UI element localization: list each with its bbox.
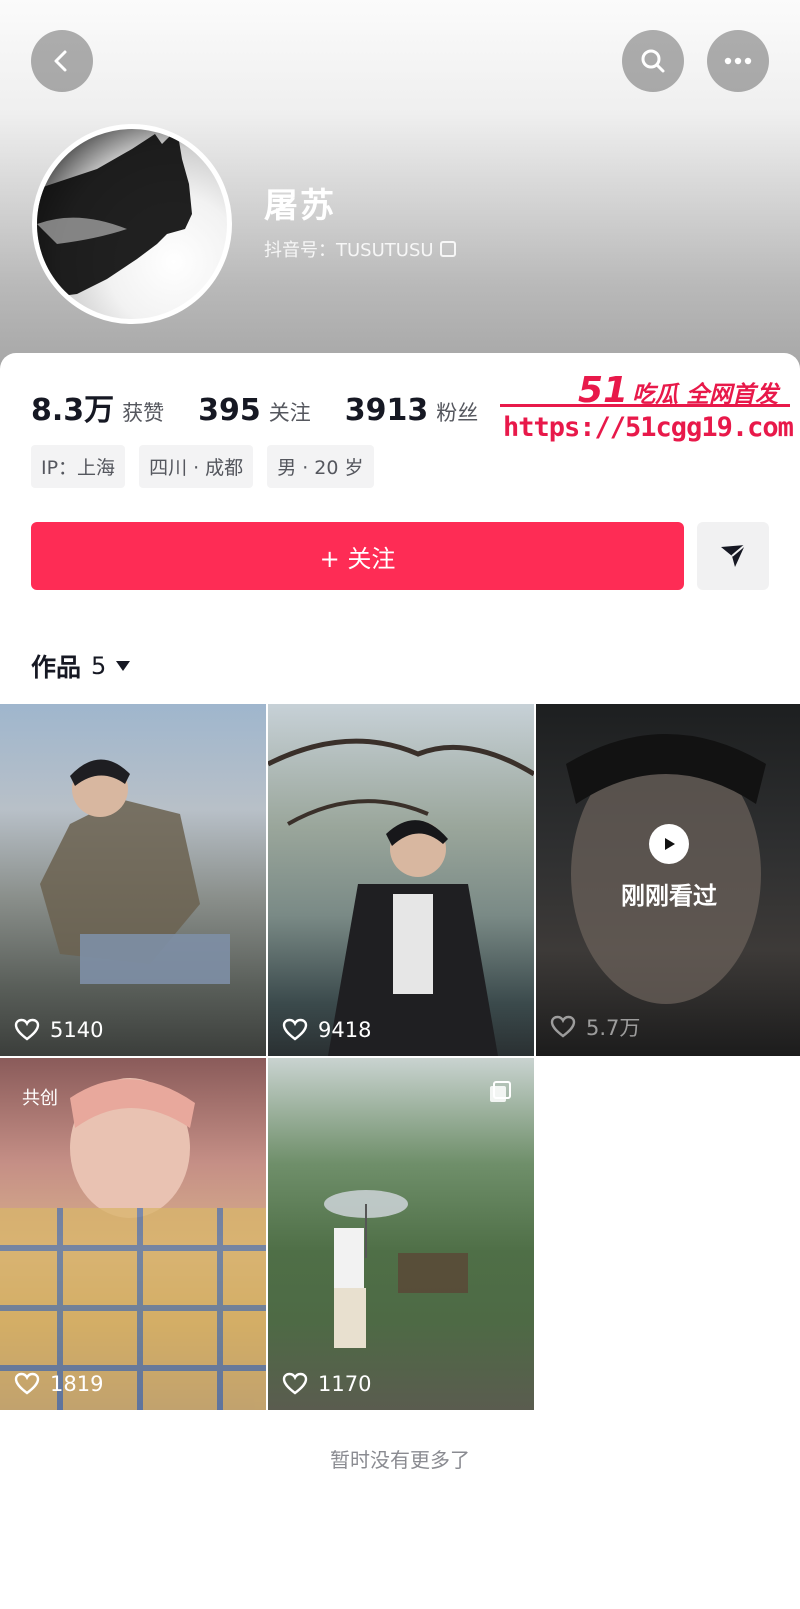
recently-watched-text: 刚刚看过	[621, 882, 717, 910]
collab-badge: 共创	[22, 1088, 58, 1109]
caret-down-icon	[116, 661, 131, 671]
video-tile[interactable]: 共创 1819	[0, 1058, 266, 1410]
recently-watched-overlay: 刚刚看过	[536, 824, 800, 911]
profile-stats: 8.3万 获赞 395 关注 3913 粉丝	[31, 385, 512, 429]
watermark: 51 吃瓜 全网首发 https://51cgg19.com	[500, 370, 800, 450]
search-icon	[641, 49, 665, 73]
stat-value: 8.3万	[31, 393, 115, 428]
like-count: 5140	[14, 1018, 103, 1042]
like-count-text: 1170	[318, 1372, 372, 1396]
tag-location: 四川 · 成都	[139, 445, 254, 488]
avatar[interactable]	[32, 124, 232, 324]
works-label: 作品	[31, 653, 82, 682]
stat-label: 获赞	[122, 401, 165, 425]
stat-followers[interactable]: 3913 粉丝	[345, 393, 479, 428]
heart-icon	[14, 1018, 40, 1041]
person-figure-icon	[40, 759, 230, 984]
share-button[interactable]	[697, 522, 769, 590]
watermark-url: https://51cgg19.com	[503, 412, 794, 443]
stat-value: 395	[198, 393, 261, 428]
tag-ip: IP：上海	[31, 445, 126, 488]
more-button[interactable]	[707, 30, 769, 92]
like-count: 5.7万	[550, 1012, 640, 1042]
back-button[interactable]	[31, 30, 93, 92]
search-button[interactable]	[622, 30, 684, 92]
video-tile[interactable]: 9418	[268, 704, 534, 1056]
like-count-text: 1819	[50, 1372, 104, 1396]
more-horizontal-icon	[724, 57, 752, 65]
stat-label: 粉丝	[436, 401, 479, 425]
heart-icon	[282, 1372, 308, 1395]
follow-button[interactable]: + 关注	[31, 522, 684, 590]
like-count: 1170	[282, 1372, 371, 1396]
person-figure-icon	[268, 738, 534, 1056]
like-count-text: 9418	[318, 1018, 372, 1042]
heart-icon	[550, 1015, 576, 1038]
video-tile[interactable]: 1170	[268, 1058, 534, 1410]
copy-icon[interactable]	[439, 241, 456, 257]
tag-gender-age: 男 · 20 岁	[267, 445, 374, 488]
douyin-id-text: 抖音号：TUSUTUSU	[264, 240, 434, 261]
stat-value: 3913	[344, 393, 429, 428]
send-icon	[721, 544, 746, 567]
chevron-left-icon	[54, 50, 67, 72]
profile-tags: IP：上海 四川 · 成都 男 · 20 岁	[31, 445, 374, 488]
person-figure-icon	[0, 1078, 266, 1410]
stat-likes: 8.3万 获赞	[31, 385, 164, 429]
username: 屠苏	[264, 186, 336, 226]
like-count: 1819	[14, 1372, 103, 1396]
person-figure-icon	[324, 1190, 468, 1348]
cat-silhouette-icon	[37, 129, 192, 299]
heart-icon	[282, 1018, 308, 1041]
like-count: 9418	[282, 1018, 371, 1042]
heart-icon	[14, 1372, 40, 1395]
works-tab[interactable]: 作品 5	[31, 648, 131, 684]
watermark-divider	[500, 404, 790, 407]
play-icon	[649, 824, 689, 864]
works-count: 5	[91, 652, 107, 680]
like-count-text: 5140	[50, 1018, 104, 1042]
no-more-content-text: 暂时没有更多了	[330, 1448, 470, 1472]
stat-following[interactable]: 395 关注	[198, 393, 311, 428]
video-tile[interactable]: 刚刚看过 5.7万	[536, 704, 800, 1056]
video-tile[interactable]: 5140	[0, 704, 266, 1056]
like-count-text: 5.7万	[586, 1016, 641, 1040]
multi-image-icon	[490, 1081, 511, 1102]
douyin-id[interactable]: 抖音号：TUSUTUSU	[264, 236, 456, 262]
stat-label: 关注	[268, 401, 311, 425]
